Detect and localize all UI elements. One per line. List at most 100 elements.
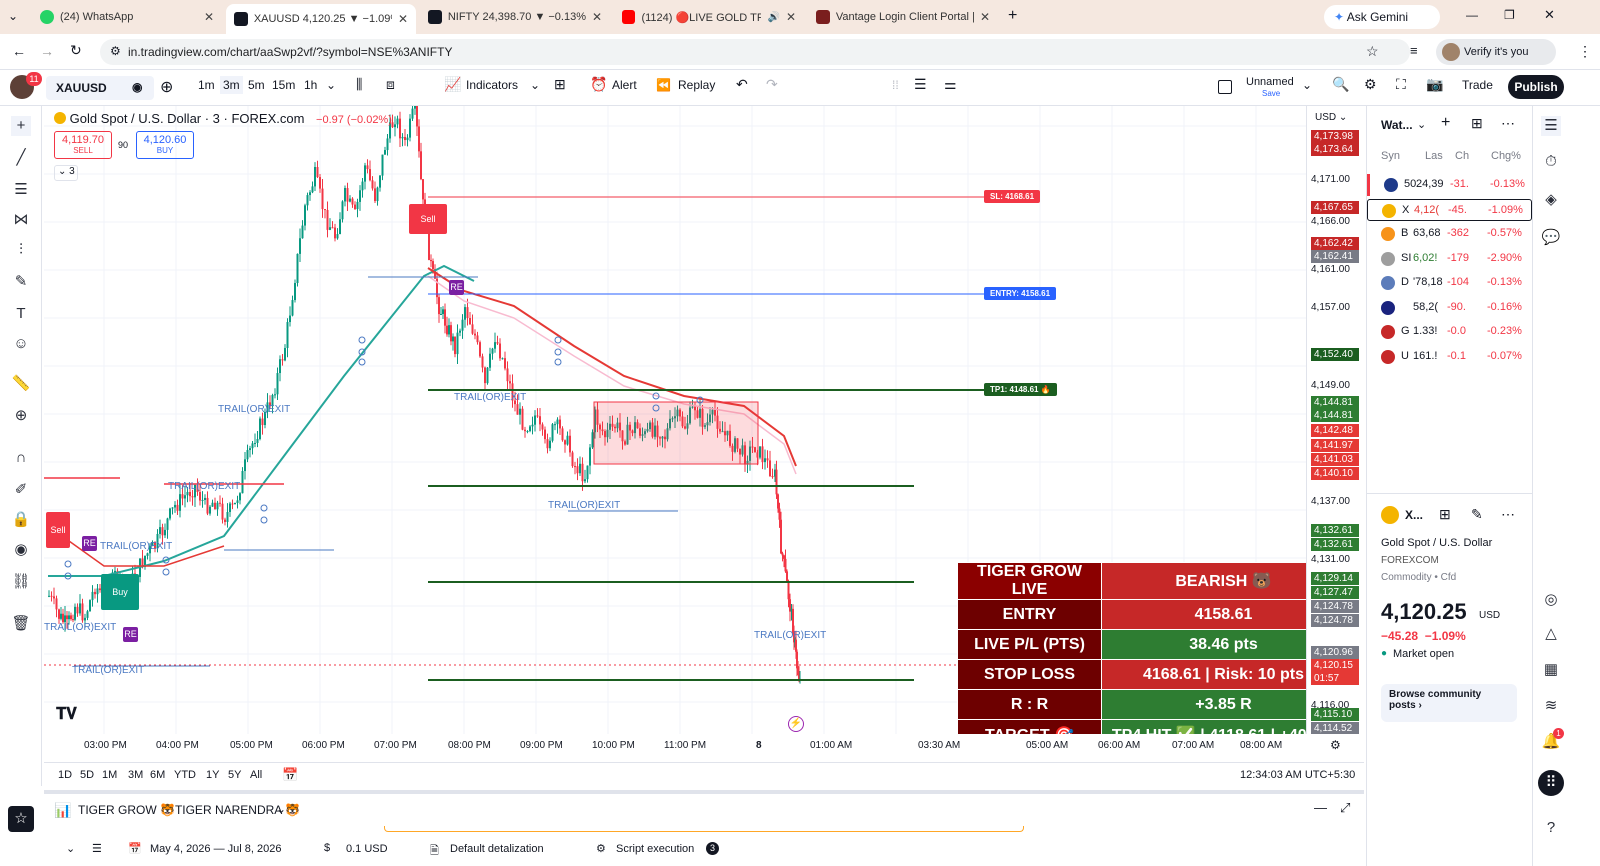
alarm-clock-icon[interactable]: ⏰ [590,76,607,93]
brush-icon[interactable]: ✎ [11,272,31,292]
url-field[interactable]: ⚙ in.tradingview.com/chart/aaSwp2vf/?sym… [100,39,1410,65]
news-feed-icon[interactable]: ≋ [1541,696,1561,716]
col-change[interactable]: Ch [1455,150,1469,162]
script-execution[interactable]: Script execution [616,843,694,855]
chevron-down-icon[interactable]: ⌄ [530,78,540,92]
emoji-icon[interactable]: ☺ [11,334,31,354]
clock-label[interactable]: 12:34:03 AM UTC+5:30 [1240,769,1355,781]
trade-button[interactable]: Trade [1462,78,1493,92]
indicators-button[interactable]: Indicators [466,78,518,92]
list-icon[interactable]: ☰ [92,842,102,855]
profile-button[interactable]: Verify it's you [1436,39,1556,65]
watchlist-row[interactable]: 50 24,39 -31. -0.13% [1367,174,1532,196]
minimize-button[interactable]: — [1466,8,1478,22]
edit-icon[interactable]: ✎ [1471,506,1483,523]
time-axis[interactable]: 03:00 PM 04:00 PM 05:00 PM 06:00 PM 07:00 PM… [44,734,1364,758]
browser-tab[interactable]: Vantage Login Client Portal | Va ✕ [808,4,998,30]
watchlist-title[interactable]: Wat... [1381,118,1413,132]
close-icon[interactable]: ✕ [786,10,796,24]
browse-community-button[interactable]: Browse community posts › [1381,684,1517,722]
col-symbol[interactable]: Syn [1381,150,1400,162]
settings-sliders-icon[interactable]: ⚌ [944,76,957,93]
favorites-star-icon[interactable]: ☆ [8,806,34,832]
chat-icon[interactable]: 💬 [1541,228,1561,248]
watchlist-row[interactable]: X 4,12(-45. -1.09% [1367,198,1532,221]
new-tab-button[interactable]: + [1008,7,1017,25]
site-info-icon[interactable]: ⚙ [110,44,121,58]
pitchfork-icon[interactable]: ⋈ [11,210,31,230]
settings-gear-icon[interactable]: ⚙ [1364,76,1377,93]
col-last[interactable]: Las [1425,150,1443,162]
layout-square-icon[interactable] [1218,80,1232,94]
watchlist-row[interactable]: 58,2(-90. -0.16% [1367,297,1532,319]
chevron-down-icon[interactable]: ⌄ [326,78,336,92]
range-button[interactable]: 1M [102,769,117,781]
apps-grid-icon[interactable]: ⠿ [1538,770,1564,796]
alerts-clock-icon[interactable]: ⏱ [1541,152,1561,172]
eye-icon[interactable]: ◉ [132,80,142,94]
bar-style-icon[interactable]: ⫼ [356,76,362,93]
more-options-icon[interactable]: ⋯ [1501,115,1515,132]
script-name[interactable]: TIGER GROW 🐯TIGER NARENDRA 🐯 [78,803,300,817]
buy-button[interactable]: 4,120.60 BUY [136,131,194,159]
drag-handle-icon[interactable]: ⁞⁞ [892,78,899,92]
publish-button[interactable]: Publish [1508,75,1564,99]
bookmark-star-icon[interactable]: ☆ [1366,43,1379,60]
eye-icon[interactable]: ◉ [11,540,31,560]
interval-5m[interactable]: 5m [248,78,265,92]
browser-tab[interactable]: (1124) 🔴LIVE GOLD TRADI 🔊 ✕ [614,4,804,30]
text-icon[interactable]: T [11,304,31,324]
trendline-icon[interactable]: ╱ [11,148,31,168]
date-range-icon[interactable]: 📅 [282,767,298,783]
indicators-icon[interactable]: 📈 [444,76,461,93]
date-range[interactable]: May 4, 2026 — Jul 8, 2026 [150,843,281,855]
calendar-icon[interactable]: 📅 [128,842,142,855]
execution-icon[interactable]: ⚙ [596,842,606,855]
alert-button[interactable]: Alert [612,78,637,92]
pencil-lock-icon[interactable]: ✐ [11,480,31,500]
chevron-down-icon[interactable]: ⌄ [276,802,286,816]
fullscreen-icon[interactable]: ⛶ [1396,76,1406,93]
ideas-icon[interactable]: △ [1541,624,1561,644]
browser-tab[interactable]: (24) WhatsApp ✕ [32,4,222,30]
sell-button[interactable]: 4,119.70 SELL [54,131,112,159]
lock-icon[interactable]: 🔒 [11,510,31,530]
document-icon[interactable]: 🗎 [430,842,439,861]
more-options-icon[interactable]: ⋯ [1501,506,1515,523]
ruler-icon[interactable]: 📏 [11,374,31,394]
interval-1h[interactable]: 1h [304,78,317,92]
col-change-pct[interactable]: Chg% [1491,150,1521,162]
camera-icon[interactable]: 📷 [1426,76,1443,93]
watchlist-row[interactable]: D '78,18 -104 -0.13% [1367,272,1532,294]
back-arrow-icon[interactable]: ← [12,43,26,59]
maximize-panel-icon[interactable]: ⤢ [1340,800,1350,816]
range-button[interactable]: All [250,769,262,781]
floating-toolbar-icon[interactable]: ☰ [914,76,927,93]
close-icon[interactable]: ✕ [398,12,408,26]
fib-icon[interactable]: ⫶ [11,240,31,260]
close-window-button[interactable]: ✕ [1544,7,1555,23]
axis-settings-icon[interactable]: ⚙ [1330,738,1341,752]
tick-size[interactable]: 0.1 USD [346,843,388,855]
restore-button[interactable]: ❐ [1504,8,1515,22]
replay-button[interactable]: Replay [678,78,715,92]
layout-name[interactable]: Unnamed [1246,76,1294,88]
table-view-icon[interactable]: ⊞ [1471,115,1483,132]
interval-1m[interactable]: 1m [198,78,215,92]
detalization[interactable]: Default detalization [450,843,544,855]
watchlist-icon[interactable]: ☰ [1541,116,1561,136]
watchlist-row[interactable]: G 1.33! -0.0 -0.23% [1367,321,1532,343]
minimize-panel-icon[interactable]: — [1314,800,1327,815]
help-icon[interactable]: ? [1541,818,1561,838]
quick-search-icon[interactable]: 🔍 [1332,76,1349,93]
templates-icon[interactable]: ⊞ [554,76,566,93]
tab-search-icon[interactable]: ⌄ [8,9,18,23]
indicator-collapse-button[interactable]: ⌄ 3 [54,165,78,181]
ask-gemini-button[interactable]: ✦ Ask Gemini [1324,5,1440,29]
interval-15m[interactable]: 15m [272,78,295,92]
forward-arrow-icon[interactable]: → [40,43,54,59]
range-button[interactable]: 5Y [228,769,241,781]
chevron-down-icon[interactable]: ⌄ [66,842,75,855]
reload-icon[interactable]: ↻ [70,42,82,59]
redo-icon[interactable]: ↷ [766,76,778,93]
